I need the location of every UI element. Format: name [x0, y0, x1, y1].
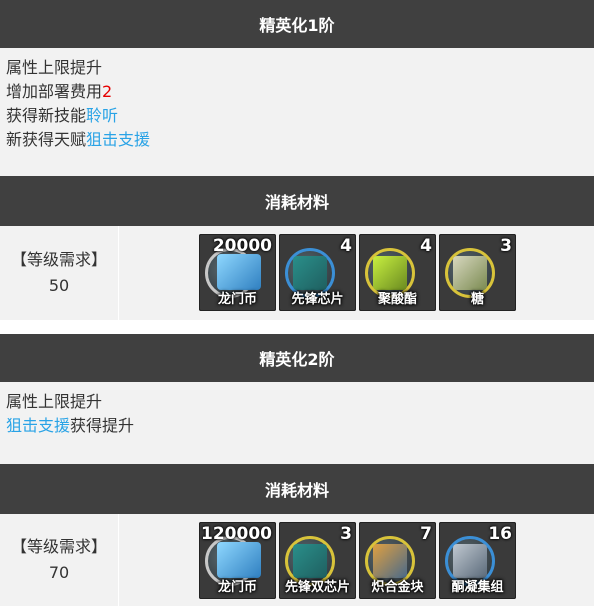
elite2-materials-title: 消耗材料 [264, 481, 329, 500]
material-name: 聚酸酯 [377, 292, 417, 307]
elite2-line-1: 属性上限提升 [6, 392, 103, 411]
elite1-level-label: 【等级需求】 [10, 250, 107, 269]
elite1-line-4: 新获得天赋狙击支援 [6, 128, 588, 152]
elite1-line-2: 增加部署费用2 [6, 80, 588, 104]
material-item[interactable]: 120000 龙门币 [199, 522, 276, 599]
elite2-talent-suffix: 获得提升 [70, 416, 135, 435]
material-name: 炽合金块 [371, 580, 424, 595]
elite2-materials-cell: 120000 龙门币 3 先锋双芯片 7 炽合金块 16 酮凝集组 [118, 514, 594, 606]
elite2-materials-row: 【等级需求】 70 120000 龙门币 3 先锋双芯片 7 炽合金块 16 酮… [0, 514, 594, 606]
talent-link[interactable]: 狙击支援 [86, 130, 150, 149]
material-item[interactable]: 4 聚酸酯 [359, 234, 436, 311]
material-name: 龙门币 [217, 580, 257, 595]
material-qty: 20000 [212, 236, 272, 256]
material-qty: 4 [340, 236, 352, 256]
elite1-cost-label: 增加部署费用 [6, 82, 103, 101]
elite2-info: 属性上限提升 狙击支援获得提升 [0, 382, 594, 464]
elite1-level-value: 50 [48, 276, 70, 295]
elite1-title: 精英化1阶 [259, 16, 335, 35]
elite1-level-requirement: 【等级需求】 50 [0, 226, 118, 320]
elite2-level-value: 70 [48, 563, 70, 582]
elite1-materials-header: 消耗材料 [0, 176, 594, 226]
material-qty: 16 [488, 524, 512, 544]
material-item[interactable]: 4 先锋芯片 [279, 234, 356, 311]
elite2-header: 精英化2阶 [0, 334, 594, 382]
elite1-talent-label: 新获得天赋 [6, 130, 87, 149]
elite1-materials-row: 【等级需求】 50 20000 龙门币 4 先锋芯片 4 聚酸酯 3 糖 [0, 226, 594, 320]
material-qty: 3 [340, 524, 352, 544]
elite1-materials-title: 消耗材料 [264, 193, 329, 212]
material-item[interactable]: 3 糖 [439, 234, 516, 311]
talent-link[interactable]: 狙击支援 [6, 416, 70, 435]
material-item[interactable]: 20000 龙门币 [199, 234, 276, 311]
elite1-skill-label: 获得新技能 [6, 106, 87, 125]
material-item[interactable]: 16 酮凝集组 [439, 522, 516, 599]
section-separator [0, 320, 594, 334]
material-qty: 4 [420, 236, 432, 256]
material-name: 酮凝集组 [451, 580, 504, 595]
material-name: 龙门币 [217, 292, 257, 307]
elite2-level-requirement: 【等级需求】 70 [0, 514, 118, 606]
elite1-cost-value: 2 [102, 82, 113, 101]
material-item[interactable]: 7 炽合金块 [359, 522, 436, 599]
elite1-info: 属性上限提升 增加部署费用2 获得新技能聆听 新获得天赋狙击支援 [0, 48, 594, 176]
material-qty: 120000 [201, 524, 272, 544]
elite1-line-1: 属性上限提升 [6, 58, 103, 77]
skill-link[interactable]: 聆听 [86, 106, 118, 125]
material-name: 先锋双芯片 [284, 580, 350, 595]
elite2-title: 精英化2阶 [259, 350, 335, 369]
elite2-materials-header: 消耗材料 [0, 464, 594, 514]
elite2-line-2: 狙击支援获得提升 [6, 414, 588, 438]
material-item[interactable]: 3 先锋双芯片 [279, 522, 356, 599]
elite2-level-label: 【等级需求】 [10, 537, 107, 556]
elite1-line-3: 获得新技能聆听 [6, 104, 588, 128]
elite1-header: 精英化1阶 [0, 0, 594, 48]
material-name: 先锋芯片 [291, 292, 344, 307]
material-qty: 3 [500, 236, 512, 256]
material-name: 糖 [470, 292, 484, 307]
elite1-materials-cell: 20000 龙门币 4 先锋芯片 4 聚酸酯 3 糖 [118, 226, 594, 320]
material-qty: 7 [420, 524, 432, 544]
